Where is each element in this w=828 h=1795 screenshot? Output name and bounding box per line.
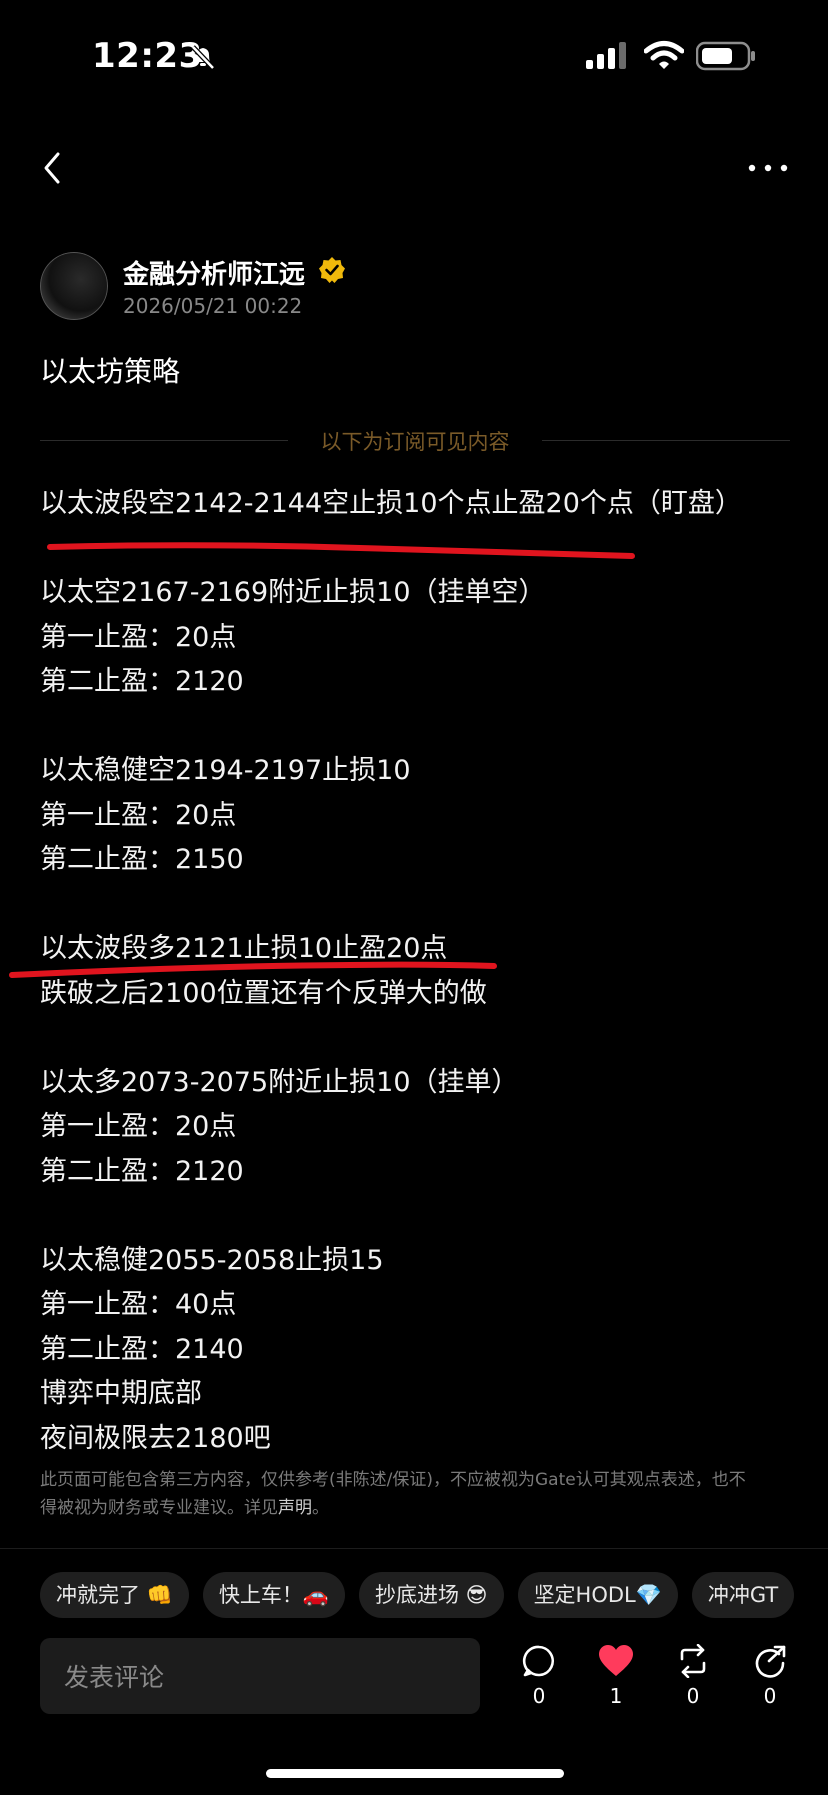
divider-line-left (40, 440, 288, 441)
signal-icon (586, 42, 626, 69)
disclaimer-link[interactable]: 声明 (278, 1498, 312, 1518)
disclaimer: 此页面可能包含第三方内容，仅供参考(非陈述/保证)，不应被视为Gate认可其观点… (40, 1466, 760, 1522)
status-time: 12:23 (92, 36, 203, 76)
quick-tag[interactable]: 坚定HODL💎 (517, 1572, 678, 1618)
post-line: 跌破之后2100位置还有个反弹大的做 (40, 977, 487, 1009)
post-line (40, 1194, 800, 1239)
post-line: 以太稳健空2194-2197止损10 (40, 755, 411, 786)
post-title: 以太坊策略 (40, 355, 181, 388)
separator (0, 1548, 828, 1549)
battery-icon (696, 41, 755, 71)
heart-icon (599, 1645, 633, 1676)
post-line (40, 705, 800, 750)
wifi-icon (644, 41, 684, 69)
post-line: 博弈中期底部 (40, 1378, 202, 1409)
subscriber-divider: 以下为订阅可见内容 (40, 426, 790, 456)
post-line: 以太稳健2055-2058止损15 (40, 1244, 384, 1276)
post-line: 第二止盈：2120 (40, 666, 244, 697)
repost-count: 0 (686, 1684, 700, 1708)
subscriber-divider-label: 以下为订阅可见内容 (320, 430, 510, 454)
post-line: 第一止盈：20点 (40, 621, 237, 653)
comment-count: 0 (532, 1684, 546, 1708)
quick-tag[interactable]: 冲冲GT (691, 1572, 795, 1618)
repost-icon (680, 1644, 706, 1678)
post-line: 以太波段多2121止损10止盈20点 (40, 933, 448, 964)
quick-tag[interactable]: 冲就完了 👊 (40, 1572, 189, 1618)
post-line: 第一止盈：20点 (40, 1111, 237, 1142)
bell-slash-icon (191, 45, 215, 70)
post-line: 第一止盈：40点 (40, 1289, 237, 1320)
post-line (40, 1016, 800, 1061)
avatar[interactable] (40, 252, 108, 320)
quick-tag[interactable]: 快上车！🚗 (202, 1572, 345, 1618)
post-line: 第二止盈：2150 (40, 844, 244, 875)
like-button[interactable]: 1 (591, 1644, 641, 1708)
disclaimer-text: 此页面可能包含第三方内容，仅供参考(非陈述/保证)，不应被视为Gate认可其观点… (40, 1470, 746, 1518)
comment-button[interactable]: 0 (514, 1644, 564, 1708)
post-line (40, 527, 800, 572)
comment-input[interactable]: 发表评论 (40, 1638, 480, 1714)
share-count: 0 (763, 1684, 777, 1708)
divider-line-right (542, 440, 790, 441)
quick-tag[interactable]: 抄底进场 😎 (358, 1572, 504, 1618)
verified-badge-icon (319, 257, 345, 283)
share-button[interactable]: 0 (745, 1644, 795, 1708)
post-line (40, 883, 800, 928)
disclaimer-end: 。 (312, 1498, 329, 1518)
author-name[interactable]: 金融分析师江远 (123, 254, 305, 291)
like-count: 1 (609, 1684, 623, 1708)
post-line: 以太空2167-2169附近止损10（挂单空） (40, 577, 546, 608)
post-line: 第二止盈：2120 (40, 1155, 244, 1187)
post-line: 第二止盈：2140 (40, 1333, 244, 1365)
more-icon[interactable] (746, 160, 790, 176)
repost-button[interactable]: 0 (668, 1644, 718, 1708)
post-body: 以太波段空2142-2144空止损10个点止盈20个点（盯盘） 以太空2167-… (40, 482, 800, 1461)
home-indicator[interactable] (266, 1769, 564, 1778)
status-bar: 12:23 (0, 0, 828, 110)
comment-placeholder: 发表评论 (64, 1663, 165, 1692)
post-line: 夜间极限去2180吧 (40, 1422, 271, 1454)
share-icon (755, 1645, 786, 1678)
post-timestamp: 2026/05/21 00:22 (123, 294, 303, 318)
post-line: 以太多2073-2075附近止损10（挂单） (40, 1066, 519, 1098)
post-line: 第一止盈：20点 (40, 799, 237, 831)
back-arrow-icon[interactable] (38, 150, 66, 186)
quick-reply-tags: 冲就完了 👊 快上车！🚗 抄底进场 😎 坚定HODL💎 冲冲GT (40, 1572, 828, 1620)
post-line: 以太波段空2142-2144空止损10个点止盈20个点（盯盘） (40, 488, 742, 519)
comment-icon (522, 1645, 555, 1677)
